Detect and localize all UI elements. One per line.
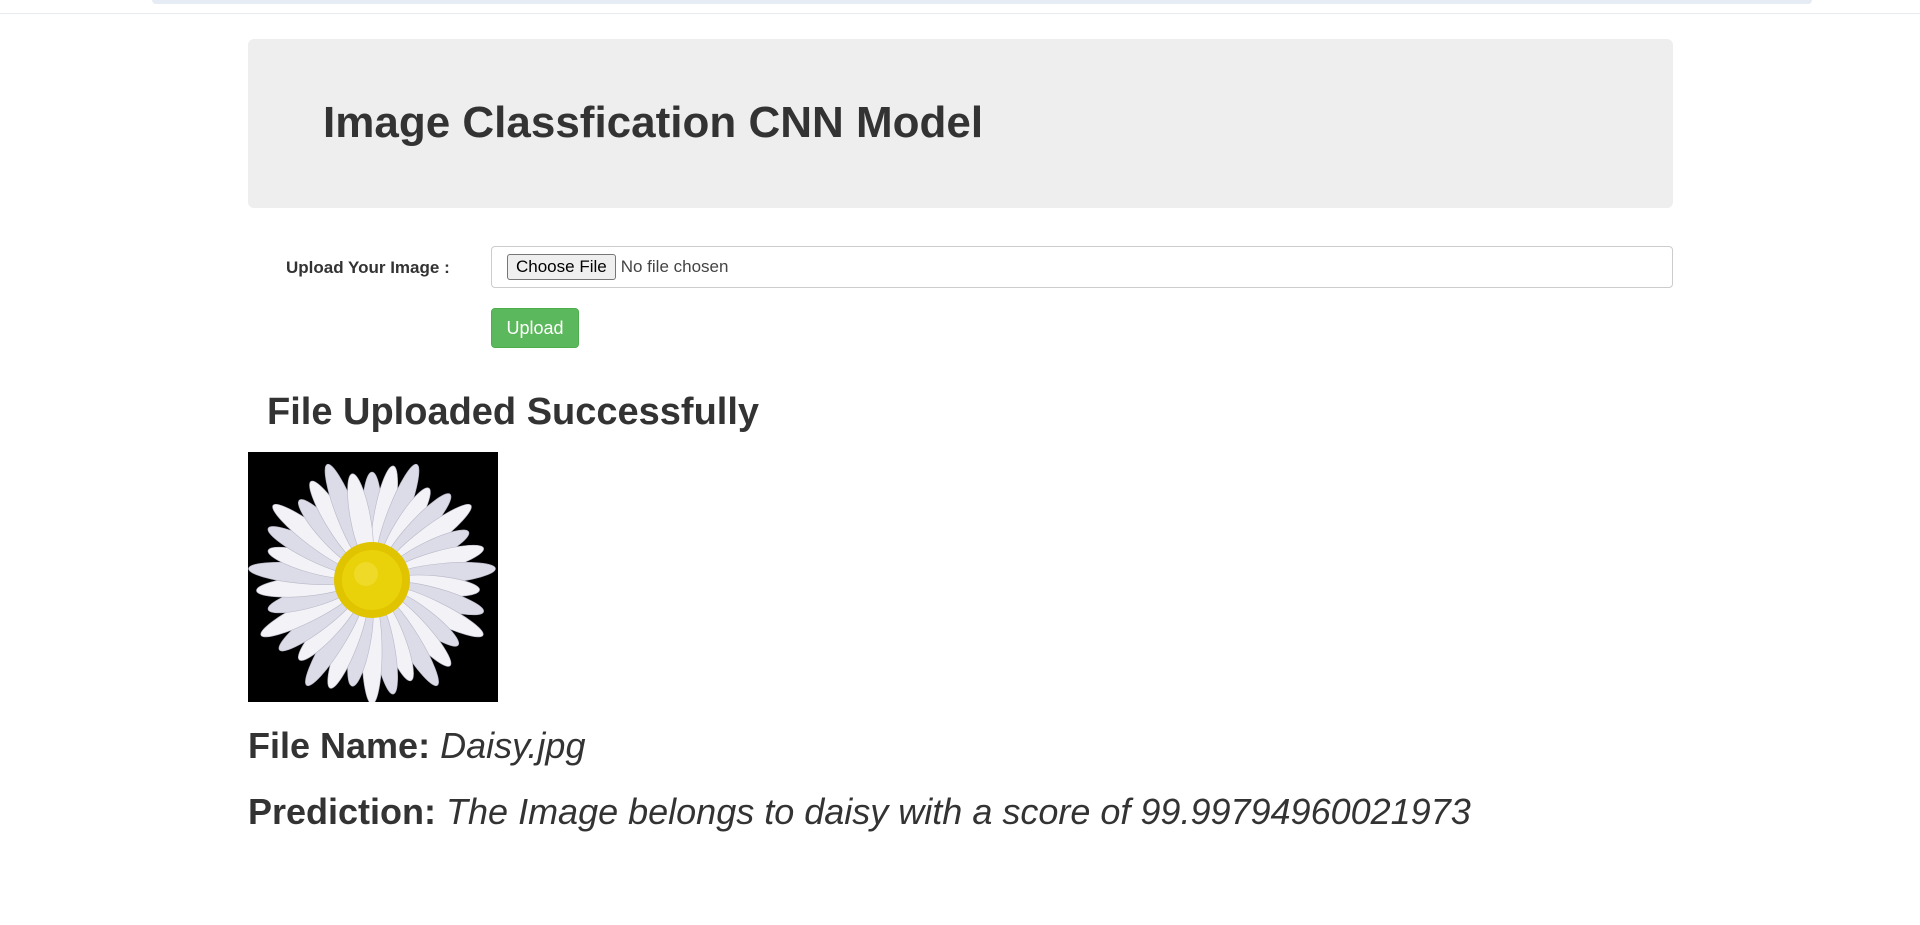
upload-label: Upload Your Image : <box>286 258 450 277</box>
prediction-value: The Image belongs to daisy with a score … <box>446 791 1471 832</box>
upload-button[interactable]: Upload <box>491 308 579 348</box>
choose-file-button[interactable]: Choose File <box>507 254 616 280</box>
upload-form: Upload Your Image : Choose File No file … <box>248 246 1673 290</box>
file-name-label: File Name: <box>248 725 431 766</box>
daisy-image <box>248 452 498 705</box>
file-name-value: Daisy.jpg <box>440 725 586 766</box>
upload-success-heading: File Uploaded Successfully <box>267 391 760 433</box>
browser-divider <box>0 13 1920 14</box>
file-name-row: File Name: Daisy.jpg <box>248 725 585 767</box>
file-status-text: No file chosen <box>620 257 729 276</box>
page-title: Image Classfication CNN Model <box>323 98 984 147</box>
uploaded-image <box>248 452 498 705</box>
browser-chrome-edge <box>152 0 1812 4</box>
header-banner: Image Classfication CNN Model <box>248 39 1673 208</box>
prediction-label: Prediction: <box>248 791 437 832</box>
prediction-row: Prediction: The Image belongs to daisy w… <box>248 791 1471 833</box>
file-input[interactable]: Choose File No file chosen <box>491 246 1673 288</box>
main-container: Image Classfication CNN Model Upload You… <box>248 39 1673 832</box>
